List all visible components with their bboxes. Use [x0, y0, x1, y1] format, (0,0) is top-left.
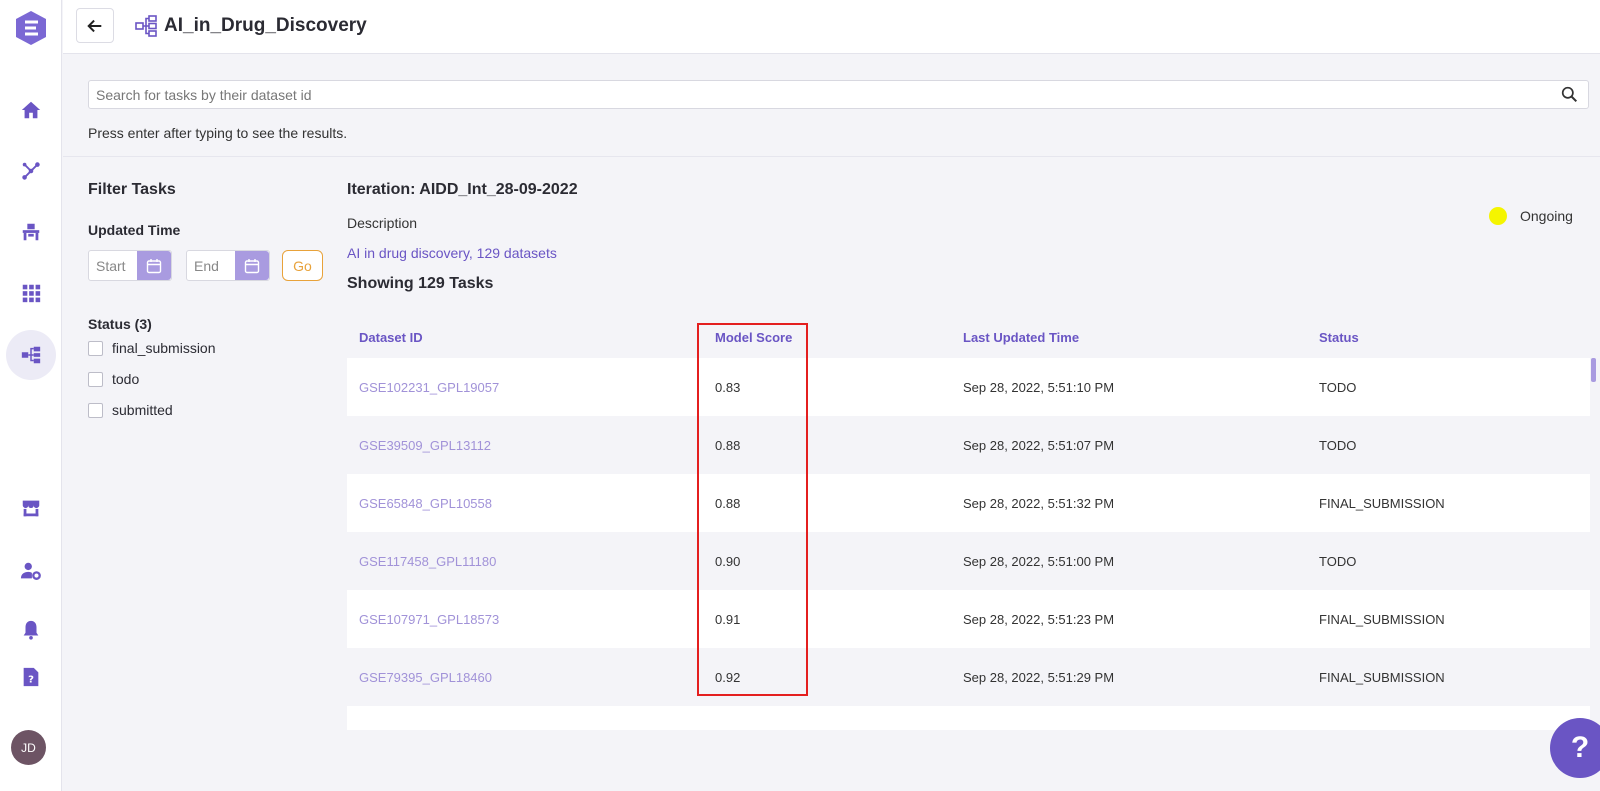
status-option-submitted[interactable]: submitted: [88, 402, 173, 418]
task-status: FINAL_SUBMISSION: [1319, 495, 1445, 511]
table-row[interactable]: GSE102231_GPL19057 0.83 Sep 28, 2022, 5:…: [347, 358, 1590, 416]
calendar-icon: [146, 258, 162, 273]
last-updated-time: Sep 28, 2022, 5:51:29 PM: [963, 669, 1115, 685]
app-logo-icon[interactable]: [11, 8, 51, 48]
dataset-id-link[interactable]: GSE117458_GPL11180: [359, 554, 496, 569]
store-icon: [22, 500, 40, 517]
dataset-id-link[interactable]: GSE65848_GPL10558: [359, 496, 492, 511]
column-header-dataset-id[interactable]: Dataset ID: [359, 330, 423, 345]
last-updated-time: Sep 28, 2022, 5:51:23 PM: [963, 611, 1115, 627]
grid-icon: [22, 284, 41, 303]
last-updated-time: Sep 28, 2022, 5:51:10 PM: [963, 379, 1115, 395]
help-document-icon: ?: [23, 667, 39, 687]
table-row[interactable]: GSE39509_GPL13112 0.88 Sep 28, 2022, 5:5…: [347, 416, 1590, 474]
task-status: FINAL_SUBMISSION: [1319, 669, 1445, 685]
calendar-icon: [244, 258, 260, 273]
sidebar: ? JD: [0, 0, 62, 791]
updated-time-label: Updated Time: [88, 222, 181, 238]
last-updated-time: Sep 28, 2022, 5:51:07 PM: [963, 437, 1115, 453]
svg-text:?: ?: [28, 675, 34, 686]
status-text: Ongoing: [1520, 208, 1573, 224]
filter-title: Filter Tasks: [88, 181, 176, 198]
back-button[interactable]: [76, 8, 114, 43]
sidebar-item-notifications[interactable]: [6, 605, 56, 655]
project-hierarchy-icon: [135, 15, 157, 37]
sidebar-item-marketplace[interactable]: [6, 483, 56, 533]
status-filter-label: Status (3): [88, 316, 152, 332]
status-indicator: Ongoing: [1489, 207, 1573, 225]
sidebar-item-projects[interactable]: [6, 330, 56, 380]
model-score: 0.88: [715, 437, 741, 453]
checkbox[interactable]: [88, 402, 103, 418]
table-footer: [347, 706, 1590, 730]
task-status: TODO: [1319, 437, 1357, 453]
table-row[interactable]: GSE79395_GPL18460 0.92 Sep 28, 2022, 5:5…: [347, 648, 1590, 706]
help-button[interactable]: ?: [1550, 718, 1600, 778]
sidebar-item-help-docs[interactable]: ?: [6, 652, 56, 702]
status-option-final-submission[interactable]: final_submission: [88, 340, 216, 356]
status-option-label: todo: [112, 371, 140, 387]
task-status: FINAL_SUBMISSION: [1319, 611, 1445, 627]
user-gear-icon: [20, 562, 41, 580]
dataset-id-link[interactable]: GSE79395_GPL18460: [359, 670, 492, 685]
table-scrollbar[interactable]: [1591, 358, 1596, 382]
start-calendar-button[interactable]: [137, 251, 171, 280]
bell-icon: [23, 620, 39, 640]
task-status: TODO: [1319, 379, 1357, 395]
sidebar-item-user-settings[interactable]: [6, 546, 56, 596]
column-header-status[interactable]: Status: [1319, 330, 1359, 345]
model-score: 0.91: [715, 611, 741, 627]
user-avatar[interactable]: JD: [11, 730, 46, 765]
status-dot-icon: [1489, 207, 1507, 225]
status-option-label: submitted: [112, 402, 173, 418]
checkbox[interactable]: [88, 371, 103, 387]
sidebar-item-workspace[interactable]: [6, 207, 56, 257]
start-date-placeholder[interactable]: Start: [89, 251, 137, 280]
sidebar-item-home[interactable]: [6, 85, 56, 135]
search-icon[interactable]: [1561, 86, 1578, 103]
dataset-id-link[interactable]: GSE39509_GPL13112: [359, 438, 491, 453]
tasks-table: Dataset ID Model Score Last Updated Time…: [347, 317, 1590, 730]
start-date-field[interactable]: Start: [88, 250, 172, 281]
table-row[interactable]: GSE65848_GPL10558 0.88 Sep 28, 2022, 5:5…: [347, 474, 1590, 532]
task-count: Showing 129 Tasks: [347, 275, 494, 292]
page-title: AI_in_Drug_Discovery: [164, 15, 367, 36]
go-button[interactable]: Go: [282, 250, 323, 281]
status-option-todo[interactable]: todo: [88, 371, 139, 387]
model-score: 0.92: [715, 669, 741, 685]
table-row[interactable]: GSE107971_GPL18573 0.91 Sep 28, 2022, 5:…: [347, 590, 1590, 648]
iteration-title: Iteration: AIDD_Int_28-09-2022: [347, 181, 578, 198]
table-header: Dataset ID Model Score Last Updated Time…: [347, 317, 1590, 358]
model-score: 0.88: [715, 495, 741, 511]
model-score: 0.83: [715, 379, 741, 395]
search-hint: Press enter after typing to see the resu…: [88, 125, 348, 141]
task-status: TODO: [1319, 553, 1357, 569]
table-row[interactable]: GSE117458_GPL11180 0.90 Sep 28, 2022, 5:…: [347, 532, 1590, 590]
dataset-id-link[interactable]: GSE107971_GPL18573: [359, 612, 499, 627]
home-icon: [21, 101, 41, 119]
status-option-label: final_submission: [112, 340, 216, 356]
search-box: [88, 80, 1589, 109]
search-input[interactable]: [89, 81, 1549, 108]
dataset-id-link[interactable]: GSE102231_GPL19057: [359, 380, 499, 395]
end-date-field[interactable]: End: [186, 250, 270, 281]
last-updated-time: Sep 28, 2022, 5:51:32 PM: [963, 495, 1115, 511]
end-calendar-button[interactable]: [235, 251, 269, 280]
column-header-last-updated[interactable]: Last Updated Time: [963, 330, 1079, 345]
description-text: AI in drug discovery, 129 datasets: [347, 245, 557, 261]
sidebar-item-pipelines[interactable]: [6, 146, 56, 196]
end-date-placeholder[interactable]: End: [187, 251, 235, 280]
checkbox[interactable]: [88, 340, 103, 356]
last-updated-time: Sep 28, 2022, 5:51:00 PM: [963, 553, 1115, 569]
header: AI_in_Drug_Discovery: [63, 0, 1600, 54]
divider: [63, 156, 1600, 157]
column-header-model-score[interactable]: Model Score: [715, 330, 792, 345]
desk-icon: [22, 223, 40, 241]
arrow-left-icon: [87, 19, 102, 32]
hierarchy-icon: [21, 346, 41, 364]
network-icon: [22, 162, 40, 180]
sidebar-item-apps[interactable]: [6, 268, 56, 318]
description-label: Description: [347, 215, 418, 231]
model-score: 0.90: [715, 553, 741, 569]
